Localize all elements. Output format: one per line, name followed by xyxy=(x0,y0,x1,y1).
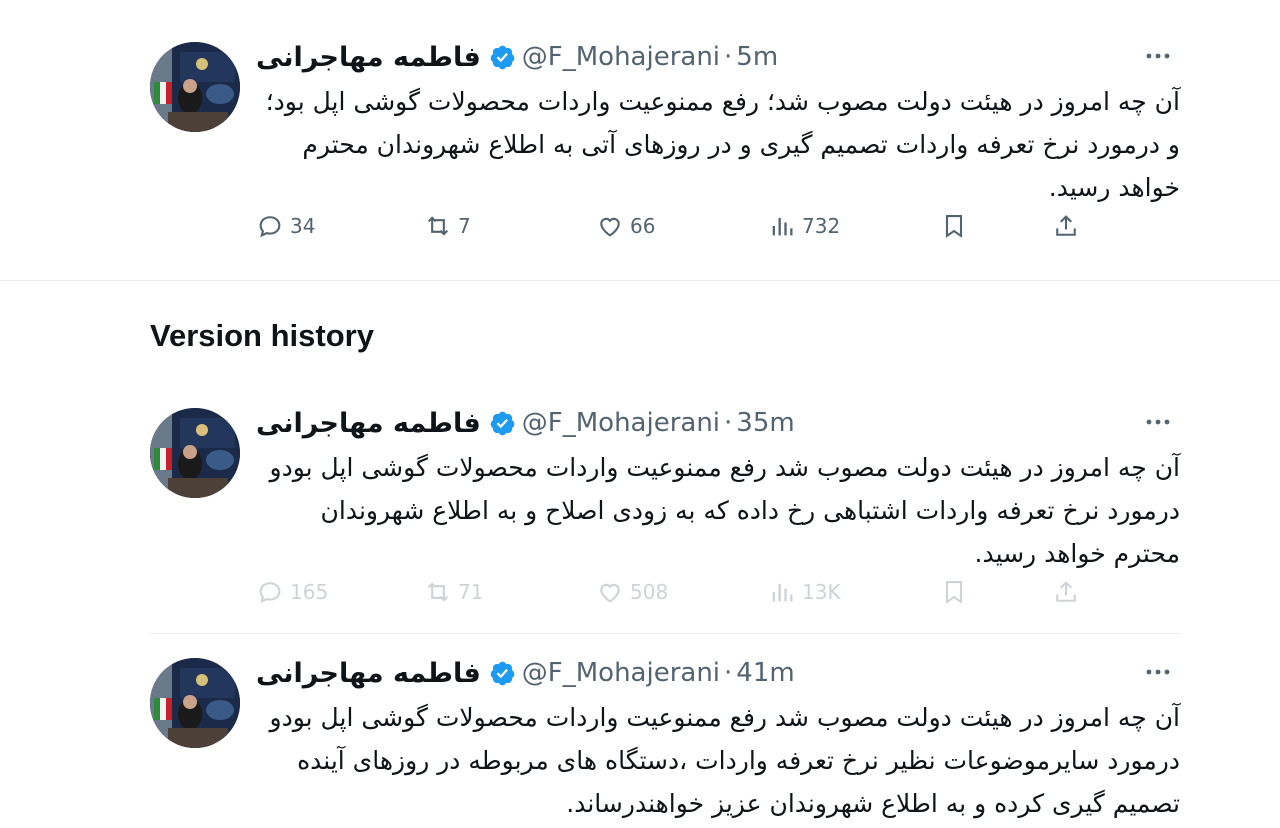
views-chart-icon xyxy=(772,583,793,602)
tweet-text: آن چه امروز در هیئت دولت مصوب شد رفع ممن… xyxy=(269,453,1180,568)
display-name[interactable]: فاطمه مهاجرانی xyxy=(256,408,481,439)
timestamp[interactable]: 35m xyxy=(736,408,794,438)
divider xyxy=(0,280,1280,281)
retweet-icon xyxy=(427,582,449,602)
like-count: 508 xyxy=(630,580,669,604)
more-options-icon[interactable] xyxy=(1144,662,1172,682)
view-count: 732 xyxy=(802,214,841,238)
like-button: 508 xyxy=(596,575,668,609)
tweet-text: آن چه امروز در هیئت دولت مصوب شد رفع ممن… xyxy=(269,703,1180,818)
more-options-icon[interactable] xyxy=(1144,46,1172,66)
separator-dot: · xyxy=(724,658,733,688)
separator-dot: · xyxy=(724,42,733,72)
timestamp[interactable]: 41m xyxy=(736,658,794,688)
retweet-count: 7 xyxy=(458,214,471,238)
display-name[interactable]: فاطمه مهاجرانی xyxy=(256,42,481,73)
tweet-text: آن چه امروز در هیئت دولت مصوب شد؛ رفع مم… xyxy=(265,87,1180,202)
heart-icon xyxy=(600,583,620,603)
share-icon xyxy=(1056,581,1076,602)
retweet-button[interactable]: 7 xyxy=(424,209,471,243)
views-chart-icon xyxy=(772,217,793,236)
divider xyxy=(150,633,1180,634)
version-tweet[interactable]: فاطمه مهاجرانی @F_Mohajerani · 41m آن چه… xyxy=(150,658,1180,823)
page: فاطمه مهاجرانی @F_Mohajerani · 5m آن چه … xyxy=(0,0,1280,828)
reply-button[interactable]: 34 xyxy=(256,209,315,243)
reply-count: 34 xyxy=(290,214,316,238)
handle[interactable]: @F_Mohajerani xyxy=(522,658,720,688)
handle[interactable]: @F_Mohajerani xyxy=(522,408,720,438)
version-tweet[interactable]: فاطمه مهاجرانی @F_Mohajerani · 35m آن چه… xyxy=(150,408,1180,618)
views-button[interactable]: 732 xyxy=(768,209,840,243)
separator-dot: · xyxy=(724,408,733,438)
share-button[interactable] xyxy=(1052,209,1080,243)
reply-icon xyxy=(259,216,281,238)
current-tweet[interactable]: فاطمه مهاجرانی @F_Mohajerani · 5m آن چه … xyxy=(150,42,1180,252)
bookmark-icon xyxy=(945,581,963,604)
reply-count: 165 xyxy=(290,580,329,604)
reply-button: 165 xyxy=(256,575,328,609)
view-count: 13K xyxy=(802,580,841,604)
handle[interactable]: @F_Mohajerani xyxy=(522,42,720,72)
avatar[interactable] xyxy=(150,408,240,498)
avatar[interactable] xyxy=(150,42,240,132)
share-button xyxy=(1052,575,1080,609)
more-options-icon[interactable] xyxy=(1144,412,1172,432)
tweet-header: فاطمه مهاجرانی @F_Mohajerani · 35m xyxy=(256,408,1180,439)
reply-icon xyxy=(259,582,281,604)
timestamp[interactable]: 5m xyxy=(736,42,778,72)
retweet-button: 71 xyxy=(424,575,483,609)
share-icon xyxy=(1056,215,1076,236)
like-button[interactable]: 66 xyxy=(596,209,655,243)
retweet-count: 71 xyxy=(458,580,484,604)
tweet-header: فاطمه مهاجرانی @F_Mohajerani · 5m xyxy=(256,42,1180,73)
tweet-header: فاطمه مهاجرانی @F_Mohajerani · 41m xyxy=(256,658,1180,689)
like-count: 66 xyxy=(630,214,656,238)
views-button: 13K xyxy=(768,575,841,609)
verified-badge-icon xyxy=(490,45,515,69)
heart-icon xyxy=(600,217,620,237)
display-name[interactable]: فاطمه مهاجرانی xyxy=(256,658,481,689)
verified-badge-icon xyxy=(490,411,515,435)
avatar[interactable] xyxy=(150,658,240,748)
verified-badge-icon xyxy=(490,661,515,685)
bookmark-button[interactable] xyxy=(940,209,968,243)
bookmark-icon xyxy=(945,215,963,238)
version-history-heading: Version history xyxy=(150,318,374,353)
action-bar: 34 7 66 732 xyxy=(256,209,1180,243)
action-bar: 165 71 508 13K xyxy=(256,575,1180,609)
bookmark-button xyxy=(940,575,968,609)
retweet-icon xyxy=(427,216,449,236)
